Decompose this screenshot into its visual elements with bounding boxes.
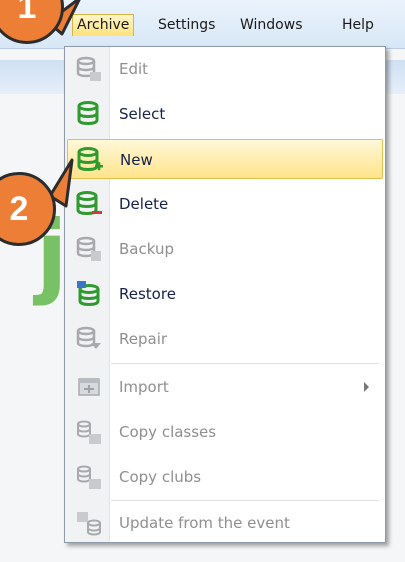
menu-item-copy-clubs[interactable]: Copy clubs [67,457,383,497]
menu-settings[interactable]: Settings [154,14,219,36]
menu-item-backup[interactable]: Backup [67,229,383,269]
menu-item-label: Copy classes [119,423,217,441]
submenu-arrow-icon [364,382,369,392]
menu-help[interactable]: Help [338,14,378,36]
archive-dropdown-menu: Edit Select New Delete Backup Restore Re… [64,46,386,543]
copy-clubs-icon [77,465,101,489]
menu-item-edit[interactable]: Edit [67,49,383,89]
menu-item-update-from-event[interactable]: Update from the event [67,503,383,543]
db-delete-icon [76,191,102,216]
menu-item-label: Edit [119,60,149,78]
db-new-icon [77,147,103,172]
db-repair-icon [76,326,101,349]
menu-item-restore[interactable]: Restore [67,274,383,314]
db-restore-icon [77,281,100,307]
menu-item-repair[interactable]: Repair [67,319,383,359]
menu-item-label: Select [119,105,166,123]
menu-item-label: Repair [119,330,168,348]
menu-item-import[interactable]: Import [67,367,383,407]
menu-item-copy-classes[interactable]: Copy classes [67,412,383,452]
menu-item-select[interactable]: Select [67,94,383,134]
update-event-icon [77,512,101,536]
db-select-icon [77,101,99,126]
menu-item-label: Delete [119,195,169,213]
menu-item-label: Import [119,378,169,396]
menu-separator [111,363,379,364]
menu-separator [111,500,379,501]
import-icon [78,378,100,396]
menu-archive[interactable]: Archive [72,14,135,36]
db-backup-icon [76,236,101,261]
menu-item-label: Update from the event [119,514,290,532]
menu-item-label: Restore [119,285,176,303]
copy-classes-icon [77,420,101,444]
menu-item-label: Copy clubs [119,468,202,486]
menu-item-new[interactable]: New [67,139,383,179]
menu-item-label: New [120,151,153,169]
db-edit-icon [76,56,101,81]
menu-item-delete[interactable]: Delete [67,184,383,224]
menu-item-label: Backup [119,240,174,258]
menu-windows[interactable]: Windows [236,14,307,36]
